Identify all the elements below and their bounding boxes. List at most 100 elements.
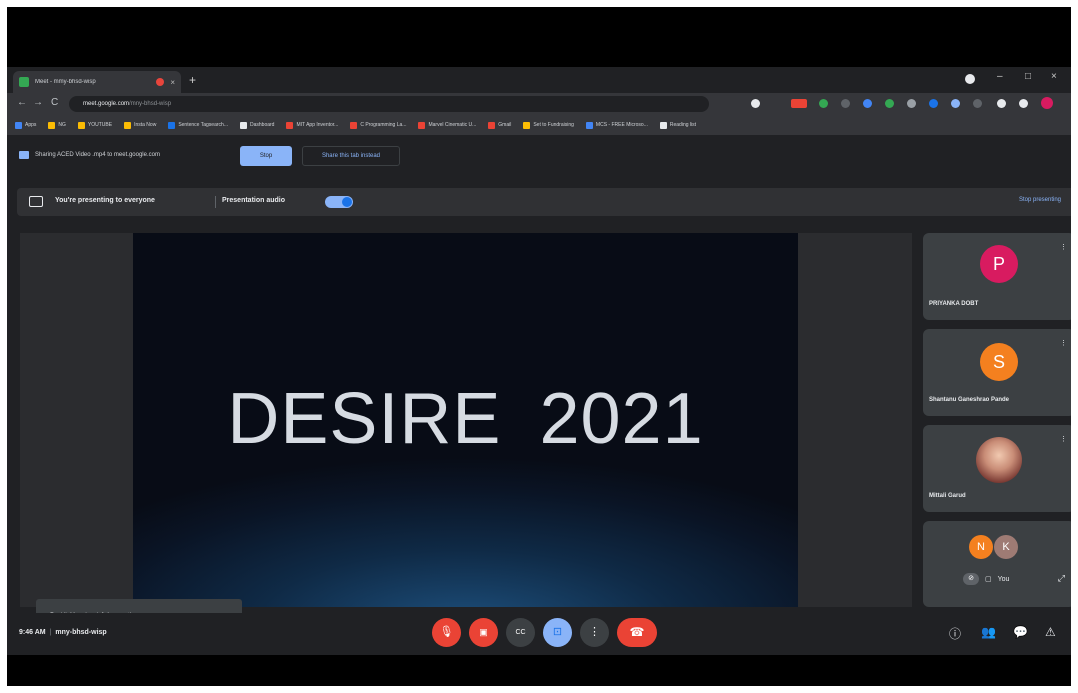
forward-button[interactable]: → — [33, 97, 43, 108]
bookmark-item[interactable]: Set to Fundraising — [523, 121, 574, 129]
recording-indicator-icon — [156, 78, 165, 86]
stop-presenting-button[interactable]: Stop presenting — [1019, 197, 1061, 203]
captions-icon[interactable]: CC — [506, 618, 535, 647]
chat-icon[interactable]: 💬 — [1013, 625, 1028, 639]
tile-menu-icon[interactable]: ⋮ — [1060, 435, 1067, 443]
bookmark-item[interactable]: NG — [48, 121, 66, 129]
more-options-icon[interactable]: ⋮ — [580, 618, 609, 647]
self-camera-icon[interactable]: ▢ — [985, 575, 992, 583]
bookmark-favicon-icon — [168, 121, 176, 129]
bookmark-star-icon[interactable] — [1019, 99, 1028, 108]
tab-strip: Meet - mmy-bhsd-wisp × + – □ × — [7, 67, 1071, 93]
you-label: You — [997, 575, 1010, 583]
bookmark-favicon-icon — [77, 121, 85, 129]
bookmark-favicon-icon — [48, 121, 56, 129]
meeting-details-icon[interactable]: ⓘ — [949, 625, 961, 642]
extension-icon[interactable] — [951, 99, 960, 108]
bookmark-item[interactable]: MIT App Inventor... — [286, 121, 338, 129]
present-icon[interactable]: ⊡ — [543, 618, 572, 647]
bookmark-label: Set to Fundraising — [533, 122, 574, 128]
people-icon[interactable]: 👥 — [981, 625, 996, 639]
browser-tab-meet[interactable]: Meet - mmy-bhsd-wisp × — [13, 71, 181, 93]
participant-name: Shantanu Ganeshrao Pande — [929, 397, 1010, 403]
avatar: N — [969, 535, 993, 559]
extension-icon[interactable] — [751, 99, 760, 108]
slide-title: DESIRE 2021 — [133, 378, 798, 460]
end-call-button[interactable]: ☎ — [617, 618, 657, 647]
screen-share-icon — [19, 151, 29, 159]
minimize-button[interactable]: – — [997, 71, 1003, 82]
tab-sharing-bar: Sharing ACED Video .mp4 to meet.google.c… — [7, 141, 1071, 173]
presented-slide: DESIRE 2021 — [133, 233, 798, 607]
bookmark-favicon-icon — [239, 121, 247, 129]
bookmark-item[interactable]: Dashboard — [239, 121, 275, 129]
address-bar-row: ← → C meet.google.com/mny-bhsd-wisp — [7, 93, 1071, 115]
presentation-audio-toggle[interactable] — [325, 196, 353, 208]
back-button[interactable]: ← — [17, 97, 27, 108]
letterbox-bottom — [7, 655, 1071, 686]
extension-icon[interactable] — [973, 99, 982, 108]
extension-icon[interactable] — [791, 99, 807, 108]
expand-icon[interactable]: ⤢ — [1058, 573, 1065, 584]
bookmark-label: Reading list — [669, 122, 697, 128]
bookmark-item[interactable]: Marvel Cinematic U... — [418, 121, 477, 129]
url-host: meet.google.com — [83, 101, 130, 107]
bookmark-favicon-icon — [124, 121, 132, 129]
extension-icon[interactable] — [863, 99, 872, 108]
bookmark-label: NG — [58, 122, 66, 128]
tab-title: Meet - mmy-bhsd-wisp — [35, 79, 96, 85]
address-bar[interactable]: meet.google.com/mny-bhsd-wisp — [69, 96, 709, 112]
bookmark-favicon-icon — [418, 121, 426, 129]
reload-button[interactable]: C — [51, 97, 58, 108]
bookmark-favicon-icon — [523, 121, 531, 129]
camera-off-icon[interactable]: ▣ — [469, 618, 498, 647]
activities-icon[interactable]: ⚠ — [1045, 625, 1056, 639]
presenting-banner: You're presenting to everyone Presentati… — [17, 188, 1071, 216]
tile-menu-icon[interactable]: ⋮ — [1060, 243, 1067, 251]
banner-divider — [215, 196, 216, 208]
extension-icon[interactable] — [929, 99, 938, 108]
mic-off-icon[interactable]: 🎙 — [432, 618, 461, 647]
new-tab-button[interactable]: + — [189, 73, 196, 87]
puzzle-extensions-icon[interactable] — [997, 99, 1006, 108]
bookmark-label: Marvel Cinematic U... — [428, 122, 477, 128]
stop-sharing-button[interactable]: Stop — [240, 146, 292, 166]
extension-icon[interactable] — [907, 99, 916, 108]
bookmark-item[interactable]: Insta Now — [124, 121, 156, 129]
url-path: /mny-bhsd-wisp — [129, 101, 172, 107]
extension-icon[interactable] — [841, 99, 850, 108]
tile-menu-icon[interactable]: ⋮ — [1060, 339, 1067, 347]
meeting-time: 9:46 AM — [19, 629, 46, 636]
tab-close-icon[interactable]: × — [170, 78, 175, 87]
bookmark-label: C Programming La... — [360, 122, 407, 128]
maximize-button[interactable]: □ — [1025, 71, 1031, 82]
bookmark-item[interactable]: Gmail — [488, 121, 511, 129]
share-this-tab-button[interactable]: Share this tab instead — [302, 146, 400, 166]
extension-icon[interactable] — [885, 99, 894, 108]
bookmark-favicon-icon — [350, 121, 358, 129]
bookmark-item[interactable]: C Programming La... — [350, 121, 407, 129]
bookmark-item[interactable]: Reading list — [659, 121, 697, 129]
bookmark-item[interactable]: Apps — [15, 121, 36, 129]
extension-icon[interactable] — [819, 99, 828, 108]
bookmark-label: MCS - FREE Microso... — [595, 122, 648, 128]
bookmark-label: Dashboard — [249, 122, 275, 128]
participant-tile[interactable]: ⋮ Mittali Garud — [923, 425, 1071, 512]
participant-tile[interactable]: S ⋮ Shantanu Ganeshrao Pande — [923, 329, 1071, 416]
bookmark-item[interactable]: Sentence Tagsearch... — [168, 121, 228, 129]
close-window-button[interactable]: × — [1051, 71, 1057, 82]
self-controls: ⊘ ▢ You — [963, 573, 1009, 585]
meet-favicon-icon — [19, 77, 29, 87]
meet-app: You're presenting to everyone Presentati… — [7, 185, 1071, 655]
screen-frame: Meet - mmy-bhsd-wisp × + – □ × ← → C mee… — [7, 7, 1071, 686]
bookmark-item[interactable]: MCS - FREE Microso... — [585, 121, 648, 129]
avatar: K — [994, 535, 1018, 559]
participant-tile[interactable]: P ⋮ PRIYANKA DOBT — [923, 233, 1071, 320]
profile-avatar-icon[interactable] — [1041, 97, 1053, 109]
self-mic-off-icon[interactable]: ⊘ — [963, 573, 979, 585]
bookmark-favicon-icon — [286, 121, 294, 129]
bookmark-item[interactable]: YOUTUBE — [77, 121, 112, 129]
profile-icon[interactable] — [965, 74, 975, 84]
presenting-text: You're presenting to everyone — [55, 197, 155, 204]
self-tile[interactable]: N K ⊘ ▢ You ⤢ — [923, 521, 1071, 607]
